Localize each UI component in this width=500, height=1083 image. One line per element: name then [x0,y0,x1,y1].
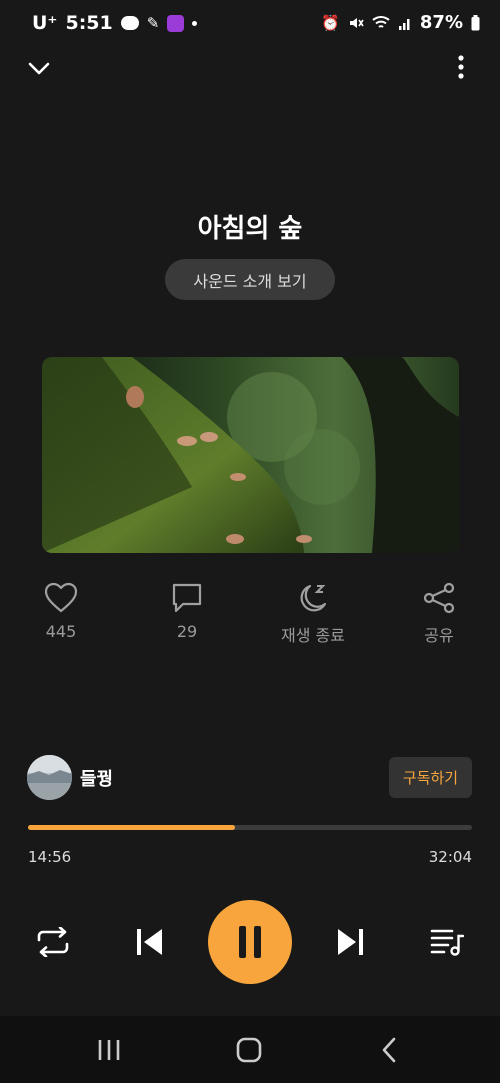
channel-name[interactable]: 들꿩 [80,765,113,791]
more-notifications-icon [192,20,198,26]
total-time: 32:04 [428,848,472,866]
share-icon [423,582,455,614]
status-bar: U⁺ 5:51 ✎ ⏰ 87% [0,0,500,48]
next-button[interactable] [325,917,375,967]
like-action[interactable]: 445 [6,582,116,641]
share-label: 공유 [424,626,454,645]
comment-action[interactable]: 29 [132,582,242,641]
skip-previous-icon [137,929,162,955]
sound-intro-button[interactable]: 사운드 소개 보기 [165,259,335,300]
comment-icon [172,583,202,613]
clock: 5:51 [65,12,113,34]
mute-icon [349,17,364,28]
sleep-timer-action[interactable]: 재생 종료 [258,582,368,646]
chevron-down-icon [28,62,50,75]
playlist-button[interactable] [422,917,472,967]
elapsed-time: 14:56 [28,848,72,866]
progress-fill [28,825,235,830]
app-notification-icon [167,14,185,32]
battery-level: 87% [419,12,463,33]
cleaner-notification-icon: ✎ [146,14,160,32]
sleep-timer-label: 재생 종료 [281,626,345,645]
repeat-icon [37,927,69,957]
status-left: U⁺ 5:51 ✎ [32,12,198,34]
recent-apps-icon [98,1040,120,1060]
pause-button[interactable] [208,900,292,984]
skip-next-icon [338,929,363,955]
wifi-icon [372,15,390,28]
carrier-label: U⁺ [32,12,58,34]
track-artwork [42,357,459,553]
home-icon [236,1037,262,1063]
back-button[interactable] [359,1025,419,1075]
channel-avatar[interactable] [27,755,72,800]
track-title: 아침의 숲 [197,214,303,244]
like-count: 445 [45,622,77,641]
collapse-button[interactable] [22,52,56,86]
playlist-icon [430,929,464,956]
more-menu-button[interactable] [444,50,478,84]
battery-icon [471,14,480,30]
sleep-moon-icon [300,584,327,612]
heart-icon [44,582,78,613]
comment-count: 29 [176,622,198,641]
repeat-button[interactable] [28,917,78,967]
home-button[interactable] [219,1025,279,1075]
back-icon [382,1037,396,1063]
share-action[interactable]: 공유 [384,582,494,646]
alarm-icon: ⏰ [321,13,340,32]
more-vertical-icon [458,55,464,79]
signal-icon [398,18,410,30]
subscribe-button[interactable]: 구독하기 [389,757,472,798]
progress-bar[interactable] [28,825,472,830]
status-right: ⏰ 87% [321,12,480,33]
previous-button[interactable] [125,917,175,967]
recent-apps-button[interactable] [79,1025,139,1075]
talk-notification-icon [120,16,139,30]
pause-icon [239,926,261,958]
